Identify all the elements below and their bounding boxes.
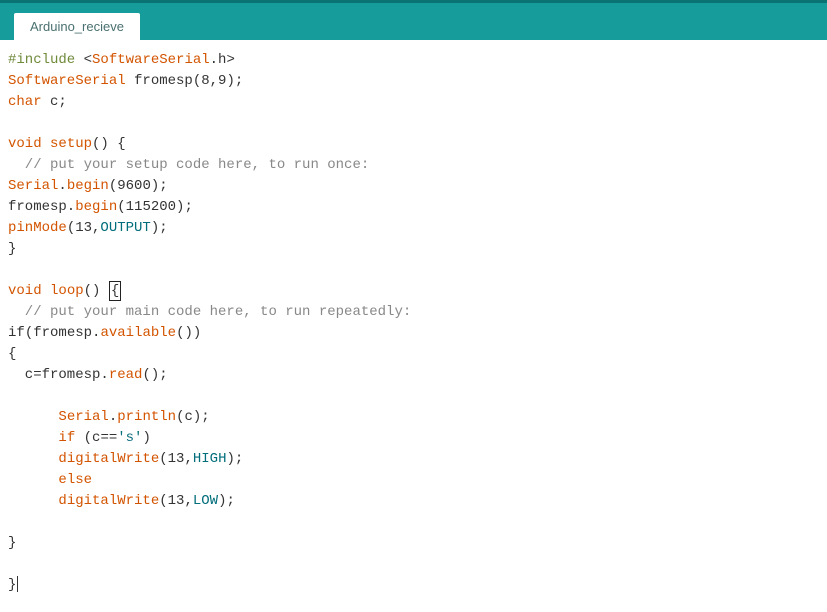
- const-low: LOW: [193, 493, 218, 509]
- kw-if-1: if: [8, 325, 25, 341]
- dot-h: .h: [210, 52, 227, 68]
- if-close: ): [142, 430, 150, 446]
- method-available: available: [100, 325, 176, 341]
- func-setup: setup: [50, 136, 92, 152]
- text-cursor-icon: [17, 576, 18, 592]
- const-high: HIGH: [193, 451, 227, 467]
- obj-serial-1: Serial: [8, 178, 58, 194]
- dw-13-1: (13,: [159, 451, 193, 467]
- if-open: (fromesp.: [25, 325, 101, 341]
- if-c-eq: (c==: [75, 430, 117, 446]
- tab-bar: Arduino_recieve: [0, 0, 827, 40]
- dot-1: .: [58, 178, 66, 194]
- close-1: );: [151, 220, 168, 236]
- func-loop: loop: [50, 283, 84, 299]
- indent-1: [8, 409, 58, 425]
- cursor-highlight-brace: {: [109, 281, 121, 301]
- println-c: (c);: [176, 409, 210, 425]
- setup-close-brace: }: [8, 241, 16, 257]
- setup-comment: // put your setup code here, to run once…: [8, 157, 369, 173]
- dw-13-2: (13,: [159, 493, 193, 509]
- avail-close: ()): [176, 325, 201, 341]
- loop-comment: // put your main code here, to run repea…: [8, 304, 411, 320]
- kw-void-1: void: [8, 136, 42, 152]
- str-s: 's': [117, 430, 142, 446]
- var-c-decl: c;: [42, 94, 67, 110]
- kw-void-2: void: [8, 283, 42, 299]
- if-open-brace: {: [8, 346, 16, 362]
- preproc-include: #include: [8, 52, 75, 68]
- c-assign: c=fromesp.: [8, 367, 109, 383]
- kw-if-2: if: [58, 430, 75, 446]
- indent-4: [8, 472, 58, 488]
- indent-2: [8, 430, 58, 446]
- read-close: ();: [142, 367, 167, 383]
- angle-open: <: [75, 52, 92, 68]
- close-3: );: [218, 493, 235, 509]
- func-digitalwrite-2: digitalWrite: [58, 493, 159, 509]
- fromesp-obj-1: fromesp.: [8, 199, 75, 215]
- func-digitalwrite-1: digitalWrite: [58, 451, 159, 467]
- const-output: OUTPUT: [100, 220, 150, 236]
- begin-115200: (115200);: [117, 199, 193, 215]
- include-lib: SoftwareSerial: [92, 52, 210, 68]
- type-softwareserial: SoftwareSerial: [8, 73, 126, 89]
- method-begin-2: begin: [75, 199, 117, 215]
- method-begin-1: begin: [67, 178, 109, 194]
- kw-else: else: [58, 472, 92, 488]
- loop-close-brace: }: [8, 577, 16, 593]
- angle-close: >: [226, 52, 234, 68]
- indent-3: [8, 451, 58, 467]
- if-close-brace: }: [8, 535, 16, 551]
- method-read: read: [109, 367, 143, 383]
- pinmode-13: (13,: [67, 220, 101, 236]
- close-2: );: [226, 451, 243, 467]
- setup-parens: () {: [92, 136, 126, 152]
- method-println: println: [117, 409, 176, 425]
- loop-parens: (): [84, 283, 109, 299]
- tab-arduino-recieve[interactable]: Arduino_recieve: [14, 13, 140, 40]
- func-pinmode: pinMode: [8, 220, 67, 236]
- code-editor[interactable]: #include <SoftwareSerial.h> SoftwareSeri…: [0, 40, 827, 606]
- fromesp-decl: fromesp(8,9);: [126, 73, 244, 89]
- obj-serial-2: Serial: [58, 409, 108, 425]
- begin-9600: (9600);: [109, 178, 168, 194]
- dot-2: .: [109, 409, 117, 425]
- type-char: char: [8, 94, 42, 110]
- indent-5: [8, 493, 58, 509]
